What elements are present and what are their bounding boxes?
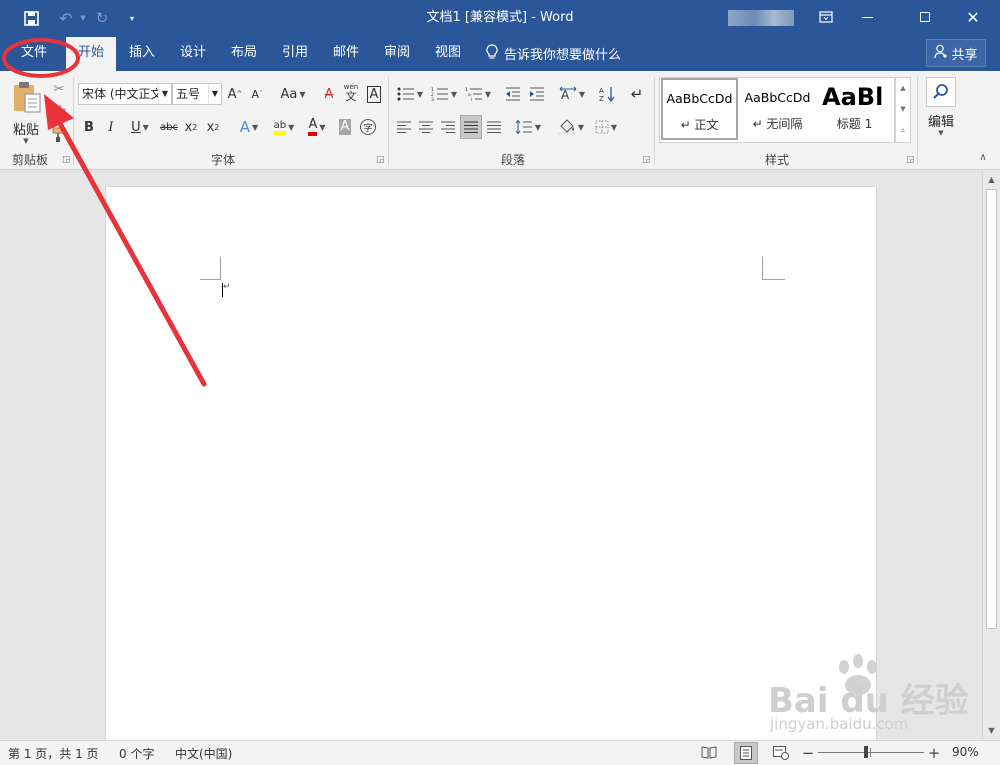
annotation-circle — [2, 38, 80, 78]
page-count[interactable]: 第 1 页，共 1 页 — [8, 745, 99, 762]
zoom-in-button[interactable]: + — [927, 743, 941, 762]
vertical-scrollbar[interactable]: ▲ ▼ — [982, 171, 1000, 740]
web-layout-icon[interactable] — [772, 744, 790, 761]
zoom-level[interactable]: 90% — [952, 745, 979, 759]
zoom-out-button[interactable]: − — [801, 743, 815, 762]
scroll-down-icon[interactable]: ▼ — [983, 722, 1000, 738]
annotation-overlay — [2, 38, 207, 387]
print-layout-icon[interactable] — [734, 742, 758, 764]
annotation-arrow-head — [44, 94, 74, 130]
word-count[interactable]: 0 个字 — [119, 745, 154, 762]
zoom-slider-thumb[interactable] — [864, 746, 868, 758]
zoom-slider-track[interactable] — [818, 752, 924, 753]
language-indicator[interactable]: 中文(中国) — [175, 745, 232, 762]
zoom-slider-center-tick — [870, 748, 871, 757]
scroll-thumb[interactable] — [986, 189, 997, 629]
read-mode-icon[interactable] — [700, 744, 718, 761]
scroll-up-icon[interactable]: ▲ — [983, 171, 1000, 187]
status-bar: 第 1 页，共 1 页 0 个字 中文(中国) − + 90% — [0, 740, 1000, 765]
annotation-arrow-shaft — [55, 117, 207, 387]
